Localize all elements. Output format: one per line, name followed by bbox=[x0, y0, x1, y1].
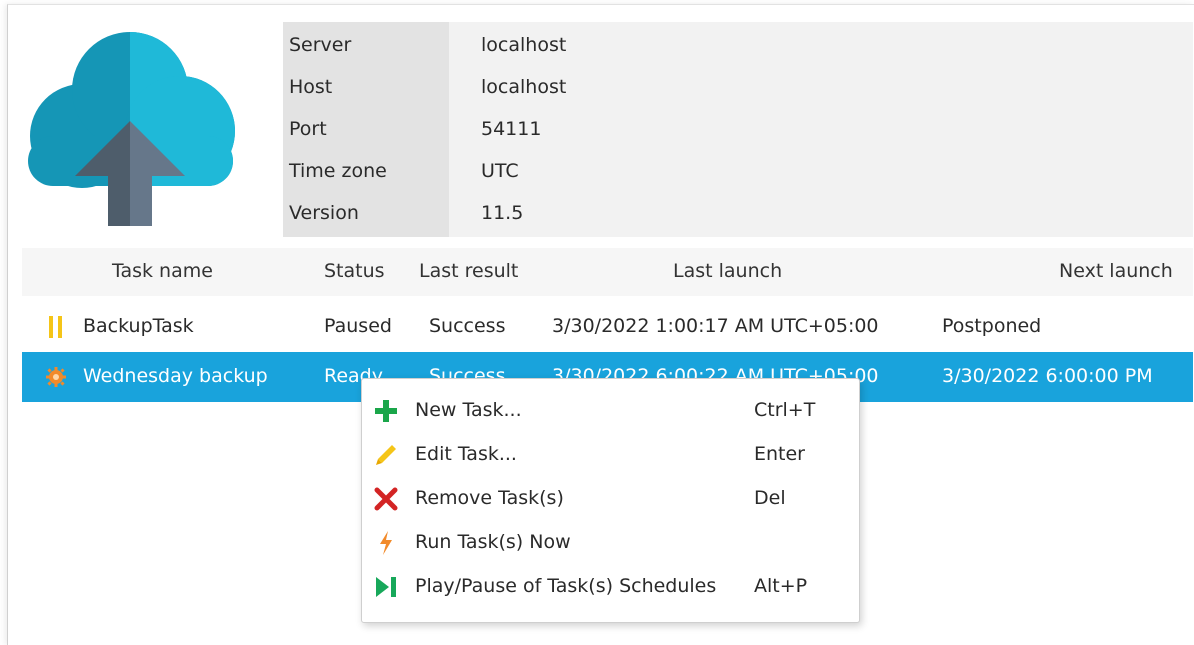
task-row[interactable]: BackupTask Paused Success 3/30/2022 1:00… bbox=[22, 302, 1193, 352]
task-last-launch: 3/30/2022 1:00:17 AM UTC+05:00 bbox=[552, 315, 879, 337]
cloud-upload-logo-icon bbox=[28, 32, 235, 226]
play-pause-icon bbox=[376, 577, 396, 597]
menu-item-shortcut: Ctrl+T bbox=[754, 399, 816, 421]
plus-icon bbox=[375, 400, 397, 422]
menu-item-edit-task[interactable]: Edit Task... Enter bbox=[362, 433, 859, 477]
menu-item-play-pause-schedules[interactable]: Play/Pause of Task(s) Schedules Alt+P bbox=[362, 565, 859, 609]
info-row-server: Server localhost bbox=[283, 24, 1193, 66]
gear-icon bbox=[46, 367, 66, 387]
menu-item-shortcut: Alt+P bbox=[754, 575, 808, 597]
column-header-last-result[interactable]: Last result bbox=[419, 260, 518, 282]
info-row-version: Version 11.5 bbox=[283, 192, 1193, 234]
menu-item-shortcut: Del bbox=[754, 487, 786, 509]
info-key: Time zone bbox=[289, 160, 387, 182]
task-next-launch: Postponed bbox=[942, 315, 1042, 337]
pause-icon bbox=[49, 316, 62, 338]
info-value: localhost bbox=[481, 34, 567, 56]
close-icon bbox=[374, 487, 398, 511]
menu-item-remove-tasks[interactable]: Remove Task(s) Del bbox=[362, 477, 859, 521]
column-header-next-launch[interactable]: Next launch bbox=[1059, 260, 1173, 282]
menu-item-label: Play/Pause of Task(s) Schedules bbox=[415, 575, 717, 597]
task-name: BackupTask bbox=[83, 315, 194, 337]
task-status: Paused bbox=[324, 315, 392, 337]
lightning-icon bbox=[380, 531, 392, 555]
info-value: 11.5 bbox=[481, 202, 524, 224]
server-info-panel: Server localhost Host localhost Port 541… bbox=[283, 22, 1193, 237]
menu-item-label: Edit Task... bbox=[415, 443, 517, 465]
info-row-port: Port 54111 bbox=[283, 108, 1193, 150]
menu-item-label: New Task... bbox=[415, 399, 522, 421]
info-key: Server bbox=[289, 34, 352, 56]
task-next-launch: 3/30/2022 6:00:00 PM bbox=[942, 365, 1153, 387]
info-key: Port bbox=[289, 118, 327, 140]
menu-item-label: Remove Task(s) bbox=[415, 487, 564, 509]
context-menu: New Task... Ctrl+T Edit Task... Enter Re… bbox=[361, 378, 860, 623]
pencil-icon bbox=[376, 445, 396, 465]
info-key: Host bbox=[289, 76, 333, 98]
info-key: Version bbox=[289, 202, 359, 224]
task-last-result: Success bbox=[429, 315, 506, 337]
menu-item-shortcut: Enter bbox=[754, 443, 805, 465]
column-header-status[interactable]: Status bbox=[324, 260, 385, 282]
menu-item-label: Run Task(s) Now bbox=[415, 531, 571, 553]
menu-item-new-task[interactable]: New Task... Ctrl+T bbox=[362, 389, 859, 433]
info-value: 54111 bbox=[481, 118, 542, 140]
info-value: localhost bbox=[481, 76, 567, 98]
info-row-host: Host localhost bbox=[283, 66, 1193, 108]
task-grid-header: Task name Status Last result Last launch… bbox=[22, 248, 1193, 296]
info-value: UTC bbox=[481, 160, 519, 182]
menu-item-run-tasks-now[interactable]: Run Task(s) Now bbox=[362, 521, 859, 565]
task-name: Wednesday backup bbox=[83, 365, 268, 387]
info-row-time-zone: Time zone UTC bbox=[283, 150, 1193, 192]
column-header-task-name[interactable]: Task name bbox=[112, 260, 213, 282]
column-header-last-launch[interactable]: Last launch bbox=[673, 260, 782, 282]
